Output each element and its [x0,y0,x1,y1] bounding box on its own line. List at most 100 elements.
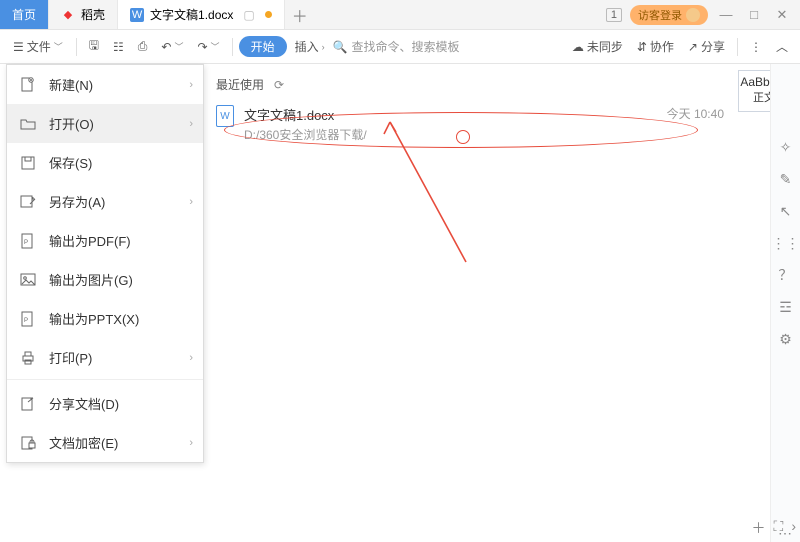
guest-login-button[interactable]: 访客登录 [630,5,708,25]
menu-item-new[interactable]: 新建(N) › [7,65,203,104]
recent-file-name: 文字文稿1.docx [244,105,367,124]
chevron-right-icon: › [322,42,325,52]
submenu-chevron-icon: › [189,196,193,208]
toolbar: ☰ 文件 ﹀ 🖫 ☷ ⎙ ↶﹀ ↷﹀ 开始 插入› 🔍 查找命令、搜索模板 ☁未… [0,30,800,64]
command-search[interactable]: 🔍 查找命令、搜索模板 [333,38,460,55]
image-icon [19,271,37,289]
print-preview-icon: ☷ [113,40,124,54]
file-label: 文件 [27,38,51,55]
lock-icon [19,434,37,452]
menu-button[interactable]: ☰ 文件 ﹀ [6,33,70,60]
zoom-add-icon[interactable]: ＋ [752,518,766,538]
clipboard-icon[interactable]: ☲ [777,298,795,316]
tab-docker[interactable]: ◆ 稻壳 [49,0,118,29]
menu-item-label: 新建(N) [49,75,93,94]
print-button[interactable]: ⎙ [132,35,154,58]
guest-login-label: 访客登录 [638,7,682,23]
menu-item-export-pptx[interactable]: P 输出为PPTX(X) [7,299,203,338]
share-button[interactable]: ↗分享 [682,34,731,59]
chevron-down-icon: ﹀ [54,40,63,53]
recent-title: 最近使用 [216,76,264,93]
sliders-icon[interactable]: ⋮⋮ [777,234,795,252]
menu-item-save-as[interactable]: 另存为(A) › [7,182,203,221]
menu-item-export-pdf[interactable]: P 输出为PDF(F) [7,221,203,260]
cloud-icon: ☁ [572,40,584,54]
window-close-button[interactable]: ✕ [772,7,792,23]
kebab-icon: ⋮ [750,40,762,54]
recent-file-time: 今天 10:40 [667,105,724,122]
undo-button[interactable]: ↶﹀ [155,36,189,58]
window-count-badge[interactable]: 1 [606,8,622,22]
scroll-down-icon[interactable]: › [791,518,796,538]
tab-add-button[interactable]: ＋ [285,0,315,29]
cursor-icon[interactable]: ↖ [777,202,795,220]
ribbon-tab-insert[interactable]: 插入› [289,34,331,59]
tab-document[interactable]: W 文字文稿1.docx ▢ [118,0,285,29]
view-controls: ＋ ⛶ › [752,518,796,538]
toolbar-more-button[interactable]: ⋮ [744,36,768,58]
svg-text:P: P [24,318,28,324]
printer-icon [19,349,37,367]
menu-item-label: 打开(O) [49,114,94,133]
recent-file-row[interactable]: W 文字文稿1.docx D:/360安全浏览器下载/ 今天 10:40 [210,103,730,145]
collab-button[interactable]: ⇵协作 [631,34,680,59]
tab-document-label: 文字文稿1.docx [150,6,233,23]
rocket-icon[interactable]: ✧ [777,138,795,156]
menu-item-encrypt[interactable]: 文档加密(E) › [7,423,203,462]
avatar-icon [686,8,700,22]
submenu-chevron-icon: › [189,352,193,364]
save-icon: 🖫 [89,36,99,57]
people-icon: ⇵ [637,40,647,54]
word-doc-icon: W [130,8,144,22]
menu-item-print[interactable]: 打印(P) › [7,338,203,380]
save-button[interactable]: 🖫 [83,32,105,61]
title-right-cluster: 1 访客登录 — □ ✕ [606,0,800,29]
tab-float-icon[interactable]: ▢ [239,8,258,22]
redo-icon: ↷ [197,40,207,54]
ribbon-collapse-button[interactable]: ︿ [770,34,794,59]
refresh-icon[interactable]: ⟳ [274,78,284,92]
menu-item-label: 另存为(A) [49,192,105,211]
unsaved-dot-icon [265,11,272,18]
word-doc-icon: W [216,105,234,127]
pptx-icon: P [19,310,37,328]
redo-button[interactable]: ↷﹀ [191,36,225,58]
menu-item-label: 文档加密(E) [49,433,118,452]
menu-item-label: 保存(S) [49,153,92,172]
search-icon: 🔍 [333,40,348,54]
chevron-down-icon: ﹀ [211,40,220,53]
chevron-up-icon: ︿ [776,38,788,55]
save-as-icon [19,193,37,211]
save-icon [19,154,37,172]
pencil-icon[interactable]: ✎ [777,170,795,188]
docker-flame-icon: ◆ [61,8,75,22]
menu-item-share-doc[interactable]: 分享文档(D) [7,384,203,423]
tab-docker-label: 稻壳 [81,6,105,23]
window-maximize-button[interactable]: □ [744,7,764,22]
menu-item-label: 输出为PPTX(X) [49,309,139,328]
print-preview-button[interactable]: ☷ [107,36,130,58]
title-bar: 首页 ◆ 稻壳 W 文字文稿1.docx ▢ ＋ 1 访客登录 — □ ✕ [0,0,800,30]
ribbon-tab-start[interactable]: 开始 [239,36,287,57]
fullscreen-icon[interactable]: ⛶ [774,518,784,538]
menu-item-export-image[interactable]: 输出为图片(G) [7,260,203,299]
search-placeholder: 查找命令、搜索模板 [352,38,460,55]
recent-files-panel: 最近使用 ⟳ W 文字文稿1.docx D:/360安全浏览器下载/ 今天 10… [210,70,730,145]
share-icon: ↗ [688,40,698,54]
sync-button[interactable]: ☁未同步 [566,34,629,59]
submenu-chevron-icon: › [189,79,193,91]
help-icon[interactable]: ？ [777,266,795,284]
hamburger-icon: ☰ [13,40,24,54]
share-doc-icon [19,395,37,413]
chevron-down-icon: ﹀ [174,40,183,53]
right-sidebar: ✧ ✎ ↖ ⋮⋮ ？ ☲ ⚙ ⋯ [770,64,800,542]
menu-item-label: 分享文档(D) [49,394,119,413]
folder-open-icon [19,115,37,133]
gear-icon[interactable]: ⚙ [777,330,795,348]
menu-item-open[interactable]: 打开(O) › [7,104,203,143]
submenu-chevron-icon: › [189,437,193,449]
file-menu-dropdown: 新建(N) › 打开(O) › 保存(S) 另存为(A) › P 输出为PDF(… [6,64,204,463]
tab-home[interactable]: 首页 [0,0,49,29]
menu-item-save[interactable]: 保存(S) [7,143,203,182]
window-minimize-button[interactable]: — [716,7,736,22]
